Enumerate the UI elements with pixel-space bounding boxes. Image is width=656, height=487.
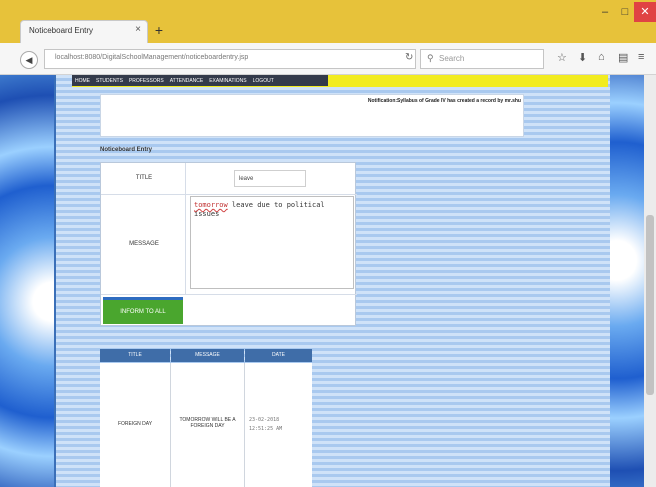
url-bar[interactable]: localhost:8080/DigitalSchoolManagement/n… [44, 49, 416, 69]
message-textarea[interactable]: tomorrow leave due to political issues [190, 196, 354, 289]
message-label: MESSAGE [129, 241, 159, 247]
scrollbar-thumb[interactable] [646, 215, 654, 395]
browser-tab[interactable]: Noticeboard Entry × [20, 20, 148, 43]
menu-item-professors[interactable]: PROFESSORS [126, 75, 167, 86]
row-date: 23-02-2018 [249, 417, 280, 423]
library-icon[interactable]: ▤ [618, 51, 628, 64]
tab-title: Noticeboard Entry [29, 26, 94, 35]
search-placeholder: Search [439, 54, 465, 63]
navigation-bar: ◀ localhost:8080/DigitalSchoolManagement… [0, 43, 656, 75]
menu-item-logout[interactable]: LOGOUT [250, 75, 277, 86]
notification-box: Notification:Syllabus of Grade IV has cr… [100, 94, 524, 137]
title-row: TITLE leave [101, 163, 357, 195]
menu-item-examinations[interactable]: EXAMINATIONS [206, 75, 249, 86]
table-cell-message: TOMORROW WILL BE A FOREIGN DAY [171, 363, 245, 487]
table-header-title: TITLE [100, 349, 170, 362]
url-text: localhost:8080/DigitalSchoolManagement/n… [55, 54, 249, 61]
new-tab-button[interactable]: + [152, 21, 166, 39]
home-icon[interactable]: ⌂ [598, 51, 605, 63]
reload-icon[interactable]: ↻ [405, 52, 413, 63]
title-label: TITLE [135, 175, 153, 181]
bookmark-star-icon[interactable]: ☆ [557, 51, 567, 64]
menu-item-students[interactable]: STUDENTS [93, 75, 126, 86]
notification-text: Notification:Syllabus of Grade IV has cr… [367, 98, 521, 104]
browser-chrome: Noticeboard Entry × + – □ ✕ ◀ localhost:… [0, 0, 656, 75]
table-cell-date: 23-02-2018 12:51:25 AM [245, 363, 312, 487]
row-time: 12:51:25 AM [249, 426, 283, 432]
table-header-date: DATE [245, 349, 312, 362]
content-panel: HOME STUDENTS PROFESSORS ATTENDANCE EXAM… [54, 75, 610, 487]
maximize-button[interactable]: □ [616, 2, 634, 22]
row-message: TOMORROW WILL BE A FOREIGN DAY [179, 417, 236, 429]
minimize-button[interactable]: – [596, 2, 614, 22]
table-header-message: MESSAGE [171, 349, 244, 362]
title-bar: Noticeboard Entry × + – □ ✕ [0, 0, 656, 43]
close-button[interactable]: ✕ [634, 2, 656, 22]
menu-bar: HOME STUDENTS PROFESSORS ATTENDANCE EXAM… [72, 75, 608, 87]
table-cell-title: FOREIGN DAY [100, 363, 171, 487]
column-divider [185, 163, 186, 194]
tab-close-icon[interactable]: × [135, 24, 141, 35]
title-input[interactable]: leave [234, 170, 306, 187]
scrollbar[interactable] [644, 75, 656, 487]
menu-strip: HOME STUDENTS PROFESSORS ATTENDANCE EXAM… [72, 75, 328, 86]
misspelled-word: tomorrow [194, 201, 228, 209]
section-title: Noticeboard Entry [100, 147, 153, 153]
menu-icon[interactable]: ≡ [638, 51, 644, 63]
menu-item-attendance[interactable]: ATTENDANCE [167, 75, 207, 86]
inform-to-all-button[interactable]: INFORM TO ALL [103, 297, 183, 324]
download-icon[interactable]: ⬇ [578, 51, 587, 64]
noticeboard-form: TITLE leave MESSAGE tomorrow leave due t… [100, 162, 357, 326]
search-icon: ⚲ [427, 53, 434, 63]
menu-item-home[interactable]: HOME [72, 75, 93, 86]
row-title: FOREIGN DAY [117, 421, 153, 427]
back-icon[interactable]: ◀ [20, 51, 38, 69]
search-input[interactable]: ⚲ Search [420, 49, 544, 69]
column-divider [185, 194, 186, 294]
